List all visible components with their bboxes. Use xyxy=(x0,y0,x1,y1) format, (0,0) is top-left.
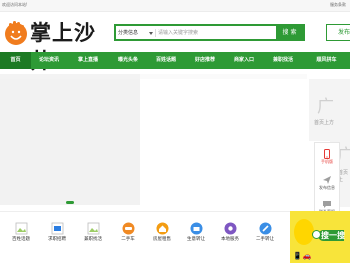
ad-placeholder-text: 广 xyxy=(317,97,334,117)
chat-icon xyxy=(323,201,331,208)
nav-item-parttime[interactable]: 兼职找活 xyxy=(263,52,303,69)
service-label: 房屋租售 xyxy=(153,237,171,242)
shop-icon xyxy=(190,222,202,235)
slide-indicator[interactable] xyxy=(66,201,74,204)
ad-slot-top-right[interactable]: 广 首页上方 xyxy=(309,79,350,141)
main-banner[interactable] xyxy=(0,79,140,205)
service-label: 本地服务 xyxy=(221,237,239,242)
service-item[interactable]: 兼职找活 xyxy=(78,222,108,243)
hand-logo-icon xyxy=(5,21,27,45)
welcome-text: 欢迎访问本站! xyxy=(2,2,28,7)
publish-button[interactable]: 发布 xyxy=(326,24,350,41)
service-grid: 百姓话题 求职招聘 兼职找活 二手车 房屋租售 生意转让 本地服务 二手转让 xyxy=(0,211,290,264)
mobile-version-button[interactable]: 手机版 xyxy=(315,149,339,165)
phone-icon xyxy=(324,149,330,159)
nav-item-live[interactable]: 掌上直播 xyxy=(67,52,109,69)
service-label: 二手转让 xyxy=(256,237,274,242)
service-icon xyxy=(224,222,236,235)
top-right-links[interactable]: 服务条款 xyxy=(330,2,346,8)
nav-item-shops[interactable]: 好店推荐 xyxy=(185,52,225,69)
top-bar: 欢迎访问本站! 服务条款 xyxy=(0,0,350,12)
divider xyxy=(155,29,156,37)
service-label: 求职招聘 xyxy=(48,237,66,242)
send-icon xyxy=(323,176,331,184)
search-input[interactable] xyxy=(158,27,278,38)
post-info-button[interactable]: 发布信息 xyxy=(315,175,339,191)
service-item[interactable]: 房屋租售 xyxy=(147,222,177,243)
service-item[interactable]: 生意转让 xyxy=(181,222,211,243)
mascot-icon xyxy=(294,219,314,245)
car-icon xyxy=(122,222,134,235)
promo-icon-row: 📱🚗 xyxy=(293,252,313,260)
nav-item-forum[interactable]: 论坛资讯 xyxy=(31,52,67,69)
float-label: 手机版 xyxy=(321,159,333,164)
search-box: 分类信息 搜 索 xyxy=(114,24,305,41)
service-item[interactable]: 二手转让 xyxy=(250,222,280,243)
service-label: 百姓话题 xyxy=(12,237,30,242)
promo-search-label: 搜一搜 xyxy=(321,231,345,240)
image-icon xyxy=(15,222,27,235)
search-button[interactable]: 搜 索 xyxy=(276,26,303,39)
service-item[interactable]: 二手车 xyxy=(113,222,143,243)
service-item[interactable]: 百姓话题 xyxy=(6,222,36,243)
link-icon xyxy=(259,222,271,235)
ad-placeholder-subtext: 首页上方 xyxy=(314,120,335,126)
house-icon xyxy=(156,222,168,235)
float-label: 发布信息 xyxy=(319,185,335,190)
nav-item-topics[interactable]: 百姓话题 xyxy=(147,52,185,69)
search-category-select[interactable]: 分类信息 xyxy=(118,29,138,37)
search-icon xyxy=(312,230,321,239)
job-icon xyxy=(51,222,63,235)
nav-item-carpool[interactable]: 顺风拼车 xyxy=(303,52,350,69)
service-label: 兼职找活 xyxy=(84,237,102,242)
service-item[interactable]: 本地服务 xyxy=(215,222,245,243)
nav-item-merchant[interactable]: 商家入口 xyxy=(225,52,263,69)
service-label: 生意转让 xyxy=(187,237,205,242)
main-nav: 首页 论坛资讯 掌上直播 曝光头条 百姓话题 好店推荐 商家入口 兼职找活 顺风… xyxy=(0,52,350,69)
nav-item-home[interactable]: 首页 xyxy=(0,52,31,69)
chevron-down-icon xyxy=(149,32,153,35)
nav-item-exposure[interactable]: 曝光头条 xyxy=(109,52,147,69)
service-label: 二手车 xyxy=(121,237,135,242)
floating-toolbar: 手机版 发布信息 联系客服 xyxy=(314,142,340,222)
promo-search-banner[interactable]: 搜一搜 📱🚗 xyxy=(290,211,350,263)
content-top-strip xyxy=(140,74,307,79)
image-icon xyxy=(87,222,99,235)
service-item[interactable]: 求职招聘 xyxy=(42,222,72,243)
site-logo[interactable]: 掌上沙井 xyxy=(3,18,105,73)
